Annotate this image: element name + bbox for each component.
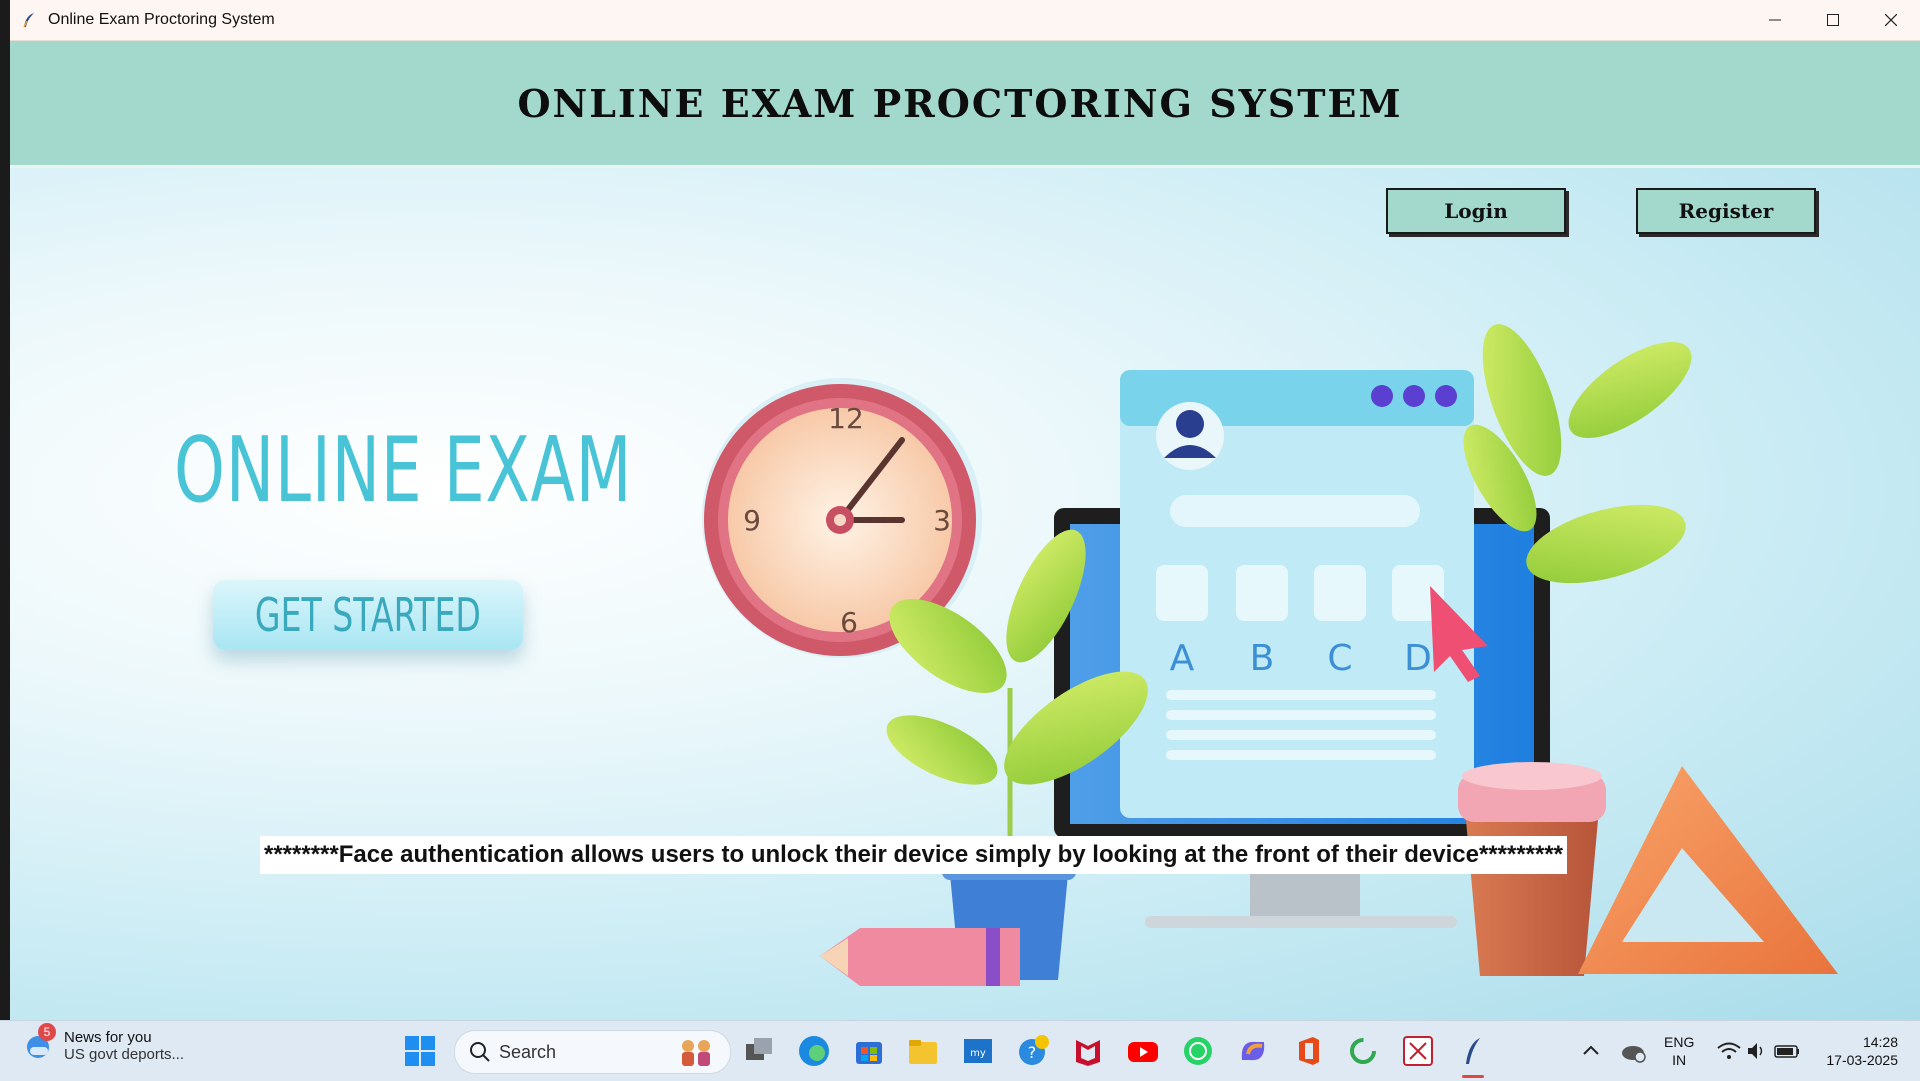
option-a-label: A <box>1170 638 1195 679</box>
active-app-indicator <box>1462 1075 1484 1078</box>
news-weather-icon: 5 <box>24 1023 56 1061</box>
taskbar-search[interactable]: Search <box>454 1030 731 1074</box>
onedrive-icon[interactable] <box>1616 1034 1650 1068</box>
task-view-icon[interactable] <box>742 1034 776 1068</box>
search-placeholder: Search <box>499 1041 557 1062</box>
window-title: Online Exam Proctoring System <box>48 11 275 28</box>
feather-icon <box>20 11 38 29</box>
language-line1: ENG <box>1664 1034 1695 1050</box>
battery-icon[interactable] <box>1770 1034 1804 1068</box>
whatsapp-icon[interactable] <box>1181 1034 1215 1068</box>
login-button[interactable]: Login <box>1386 188 1566 234</box>
clock-number-9: 9 <box>743 504 761 537</box>
search-icon <box>470 1042 490 1062</box>
header-banner: ONLINE EXAM PROCTORING SYSTEM <box>10 41 1920 168</box>
marquee-text: ********Face authentication allows users… <box>264 841 1564 868</box>
hero-scene: 12 3 6 9 A B C D Login Register ONLINE E… <box>10 168 1920 1020</box>
page-title: ONLINE EXAM PROCTORING SYSTEM <box>517 80 1403 126</box>
minimize-button[interactable] <box>1746 0 1804 40</box>
search-highlight-icon <box>682 1040 710 1066</box>
snipping-icon[interactable] <box>1401 1034 1435 1068</box>
chevron-up-icon[interactable] <box>1574 1034 1608 1068</box>
system-clock[interactable]: 14:28 17-03-2025 <box>1818 1033 1898 1069</box>
clock-time: 14:28 <box>1862 1034 1898 1050</box>
title-bar: Online Exam Proctoring System <box>10 0 1920 41</box>
clock-number-6: 6 <box>840 606 858 639</box>
help-icon[interactable]: ? <box>1016 1034 1050 1068</box>
option-b-label: B <box>1250 638 1275 679</box>
svg-text:my: my <box>970 1048 986 1059</box>
marquee-banner: ********Face authentication allows users… <box>260 836 1568 874</box>
explorer-icon[interactable] <box>906 1034 940 1068</box>
news-title: News for you <box>64 1029 152 1046</box>
mcafee-icon[interactable] <box>1071 1034 1105 1068</box>
taskbar: 5 News for you US govt deports... Search… <box>0 1020 1920 1081</box>
get-started-label: GET STARTED <box>255 588 481 642</box>
language-line2: IN <box>1672 1052 1687 1068</box>
maximize-button[interactable] <box>1804 0 1862 40</box>
volume-icon[interactable] <box>1740 1034 1774 1068</box>
copilot-icon[interactable] <box>1236 1034 1270 1068</box>
get-started-button[interactable]: GET STARTED <box>213 580 523 650</box>
option-d-label: D <box>1404 638 1432 679</box>
window-controls <box>1746 0 1920 40</box>
triangle-ruler-illustration <box>1578 766 1838 974</box>
windows-start-icon[interactable] <box>404 1035 436 1067</box>
minimize-icon <box>1769 19 1781 21</box>
close-icon <box>1885 14 1897 26</box>
pencil-illustration <box>820 928 1020 986</box>
app-window: Online Exam Proctoring System ONLINE EXA… <box>10 0 1920 1020</box>
exam-window-illustration <box>1120 370 1488 818</box>
svg-text:?: ? <box>1028 1043 1037 1062</box>
clock-number-3: 3 <box>933 504 951 537</box>
maximize-icon <box>1827 14 1839 26</box>
python-feather-icon[interactable] <box>1456 1034 1490 1068</box>
store-icon[interactable] <box>852 1034 886 1068</box>
close-button[interactable] <box>1862 0 1920 40</box>
option-c-label: C <box>1327 638 1352 679</box>
news-subtitle: US govt deports... <box>64 1046 185 1063</box>
mylic-icon[interactable]: my <box>961 1034 995 1068</box>
clock-number-12: 12 <box>828 402 864 435</box>
refresh-app-icon[interactable] <box>1346 1034 1380 1068</box>
edge-icon[interactable] <box>797 1034 831 1068</box>
language-indicator[interactable]: ENG IN <box>1664 1033 1694 1069</box>
office-icon[interactable] <box>1291 1034 1325 1068</box>
register-button[interactable]: Register <box>1636 188 1816 234</box>
news-widget[interactable]: 5 News for you US govt deports... <box>24 1023 185 1063</box>
clock-date: 17-03-2025 <box>1826 1052 1898 1068</box>
news-badge: 5 <box>38 1023 56 1041</box>
youtube-icon[interactable] <box>1126 1034 1160 1068</box>
hero-title: ONLINE EXAM <box>174 418 633 523</box>
